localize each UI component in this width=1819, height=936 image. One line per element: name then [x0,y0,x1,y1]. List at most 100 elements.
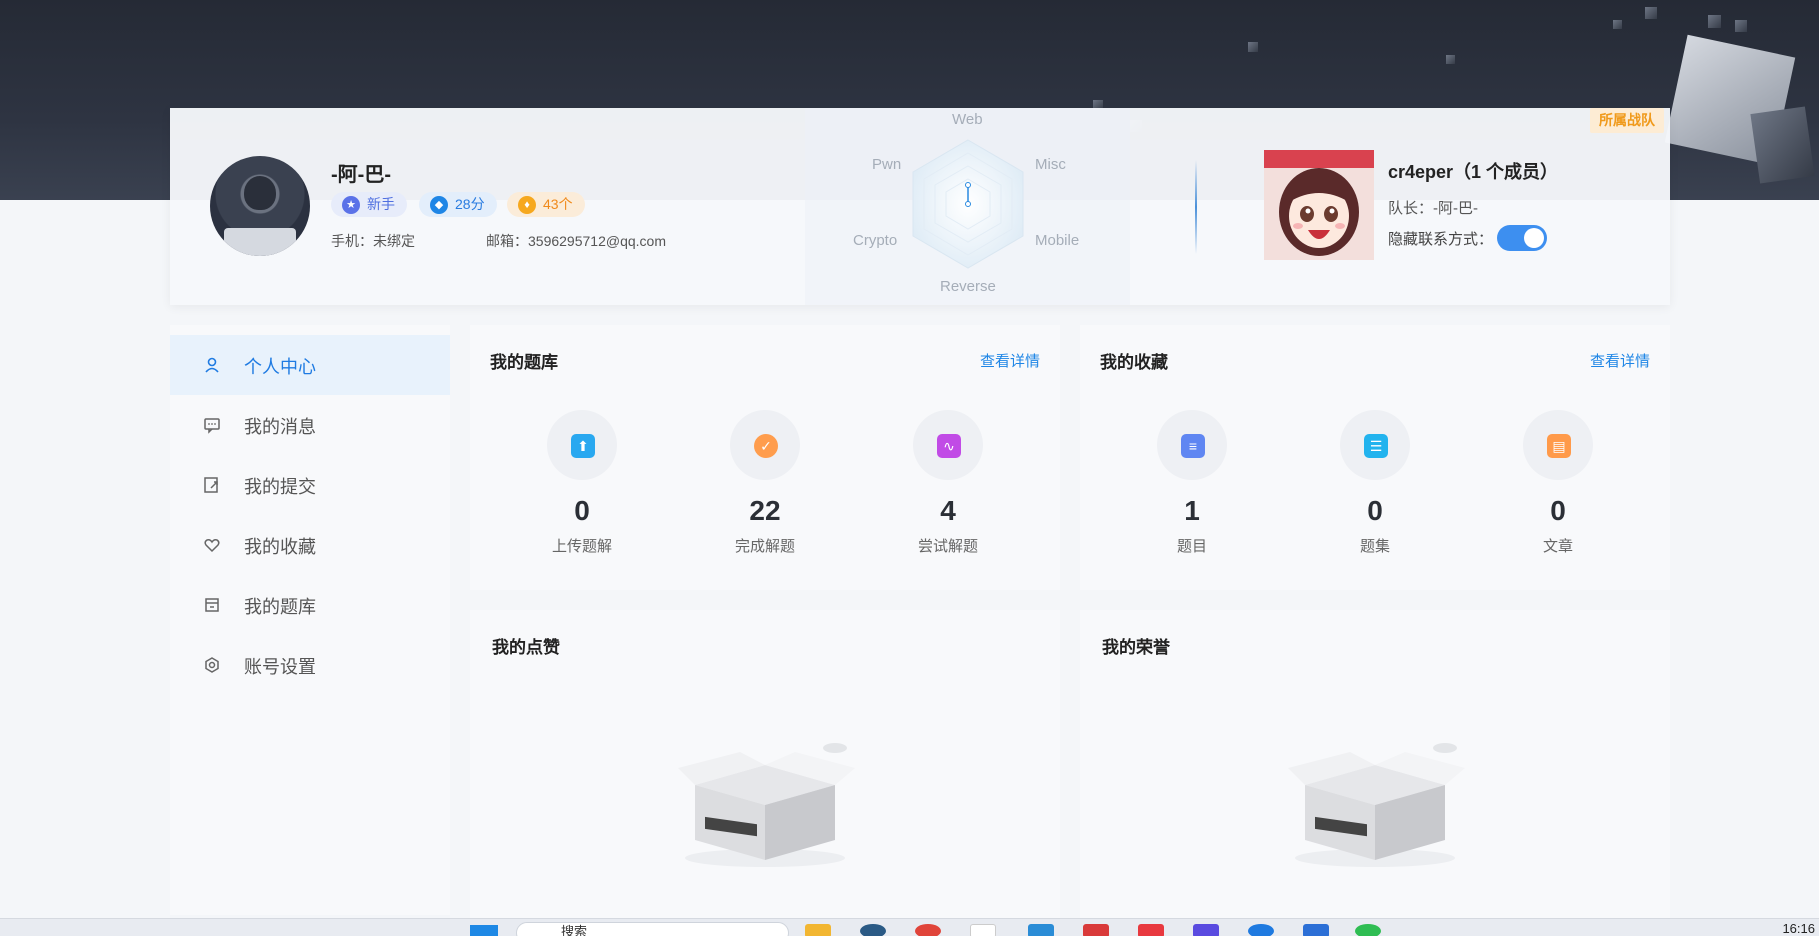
file-explorer-icon[interactable] [805,924,831,936]
stat-value: 0 [574,495,590,526]
anime-girl-avatar-icon [1264,150,1374,260]
stat-label: 文章 [1542,538,1573,555]
hide-contact-toggle[interactable] [1497,225,1547,251]
stat-icon-circle: ∿ [913,410,983,480]
sidebar-item-account-settings[interactable]: 账号设置 [170,635,450,695]
stat-uploaded-solutions[interactable]: ⬆ 0 上传题解 [522,410,642,556]
check-icon: ✓ [754,434,778,458]
team-tag: 所属战队 [1590,108,1664,133]
upload-icon: ⬆ [571,434,595,458]
sidebar-item-favorites[interactable]: 我的收藏 [170,515,450,575]
sidebar-item-question-bank[interactable]: 我的题库 [170,575,450,635]
stat-fav-questions[interactable]: ≡ 1 题目 [1132,410,1252,556]
sidebar-item-submissions[interactable]: 我的提交 [170,455,450,515]
decor-cube [1735,20,1747,32]
stat-value: 0 [1367,495,1383,526]
app-icon[interactable] [1138,924,1164,936]
level-badge: ★ 新手 [331,192,407,217]
message-icon [204,418,220,434]
star-icon: ★ [342,196,360,214]
honors-panel: 我的荣誉 [1080,610,1670,918]
sidebar-item-personal-center[interactable]: 个人中心 [170,335,450,395]
panel-title: 我的荣誉 [1102,638,1170,657]
decor-cube [1750,106,1815,184]
bank-icon [205,598,219,612]
stat-icon-circle: ☰ [1340,410,1410,480]
app-icon[interactable] [860,924,886,936]
app-icon[interactable] [1193,924,1219,936]
user-avatar[interactable] [210,156,310,256]
favorites-view-details-link[interactable]: 查看详情 [1590,350,1650,371]
article-icon: ▤ [1547,434,1571,458]
stat-label: 题目 [1176,538,1207,555]
stat-attempted-solutions[interactable]: ∿ 4 尝试解题 [888,410,1008,556]
radar-label-crypto: Crypto [853,232,898,249]
decor-cube [1248,42,1258,52]
score-badge: ◆ 28分 [419,192,497,217]
likes-panel: 我的点赞 [470,610,1060,918]
team-avatar[interactable] [1264,150,1374,260]
empty-box-illustration [1288,743,1465,867]
taskbar-search-input[interactable]: 搜索 [516,922,789,936]
coin-icon: ♦ [518,196,536,214]
question-bank-panel: 我的题库 查看详情 ⬆ 0 上传题解 ✓ 22 完成解题 ∿ 4 尝试解题 [470,325,1060,590]
section-divider [1195,160,1197,254]
document-icon: ≡ [1181,434,1205,458]
stat-label: 完成解题 [734,538,795,555]
stat-label: 上传题解 [551,538,612,555]
stat-value: 4 [940,495,956,526]
radar-point [965,182,971,188]
sidebar-item-label: 我的收藏 [244,537,316,557]
radar-svg [912,139,1024,269]
team-name: cr4eper（1 个成员） [1388,162,1559,182]
chrome-icon[interactable] [915,924,941,936]
sidebar-item-label: 我的消息 [244,417,316,437]
stat-fav-articles[interactable]: ▤ 0 文章 [1498,410,1618,556]
toggle-knob [1524,228,1544,248]
sidebar-item-label: 我的题库 [244,597,316,617]
decor-cube [1446,55,1455,64]
stat-completed-solutions[interactable]: ✓ 22 完成解题 [705,410,825,556]
set-icon: ☰ [1364,434,1388,458]
heart-icon [204,539,220,553]
laptop-icon [224,228,296,256]
score-badge-label: 28分 [455,196,485,212]
user-icon [205,357,219,373]
stat-icon-circle: ⬆ [547,410,617,480]
pulse-icon: ∿ [937,434,961,458]
taskbar-clock[interactable]: 16:16 [1782,921,1815,936]
skill-radar: Web Misc Mobile Reverse Crypto Pwn [805,108,1130,305]
medal-icon: ◆ [430,196,448,214]
radar-label-web: Web [952,111,983,128]
radar-label-mobile: Mobile [1035,232,1080,249]
hide-contact-label: 隐藏联系方式： [1388,231,1494,248]
wechat-icon[interactable] [1355,924,1381,936]
app-icon[interactable] [1083,924,1109,936]
sidebar-item-messages[interactable]: 我的消息 [170,395,450,455]
hacker-hood-icon [244,176,276,210]
settings-icon [205,657,219,673]
radar-label-misc: Misc [1035,156,1066,173]
stat-fav-sets[interactable]: ☰ 0 题集 [1315,410,1435,556]
question-bank-view-details-link[interactable]: 查看详情 [980,350,1040,371]
start-icon[interactable] [470,925,498,936]
team-leader: 队长：-阿-巴- [1388,200,1478,217]
app-icon[interactable] [1028,924,1054,936]
panel-title: 我的点赞 [492,638,560,657]
empty-box-illustration [678,743,855,867]
stat-icon-circle: ≡ [1157,410,1227,480]
stat-icon-circle: ✓ [730,410,800,480]
panel-title: 我的题库 [490,353,558,372]
sidebar: 个人中心 我的消息 我的提交 我的收藏 我的题库 账号设置 [170,325,450,915]
sidebar-item-label: 个人中心 [244,357,316,377]
decor-cube [1613,20,1622,29]
sidebar-item-label: 账号设置 [244,657,316,677]
username: -阿-巴- [331,164,391,186]
stat-value: 0 [1550,495,1566,526]
coin-badge: ♦ 43个 [507,192,585,217]
stat-label: 题集 [1359,538,1390,555]
app-icon[interactable] [1248,924,1274,936]
calendar-icon[interactable] [1303,924,1329,936]
os-taskbar: 搜索 16:16 [0,918,1819,936]
app-icon[interactable] [970,924,996,936]
